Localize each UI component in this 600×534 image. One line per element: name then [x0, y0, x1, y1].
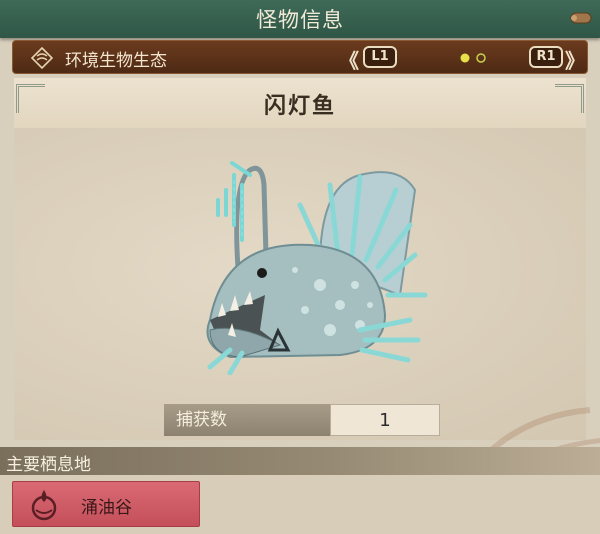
page-indicator [460, 53, 486, 63]
prev-arrow[interactable]: 《 [339, 45, 359, 74]
monster-name: 闪灯鱼 [263, 94, 336, 119]
capture-count-row: 捕获数 1 [164, 404, 440, 436]
screen-title: 怪物信息 [256, 8, 344, 32]
habitat-item-label: 涌油谷 [81, 498, 132, 518]
page-dot-active [460, 53, 470, 63]
category-label: 环境生物生态 [65, 51, 167, 71]
monster-info-screen: 怪物信息 环境生物生态 《 L1 R1 》 闪灯鱼 捕获数 1 主要栖息地 涌油… [0, 0, 600, 534]
next-arrow[interactable]: 》 [565, 45, 585, 74]
oilwell-basin-icon [31, 490, 57, 521]
capture-count-label: 捕获数 [164, 404, 330, 436]
habitat-header-label: 主要栖息地 [6, 455, 91, 475]
anglerfish-illustration [206, 161, 428, 375]
monster-name-header: 闪灯鱼 [14, 78, 586, 128]
page-dot-inactive [476, 53, 486, 63]
r1-button[interactable]: R1 [529, 46, 563, 68]
l1-button[interactable]: L1 [363, 46, 397, 68]
capture-count-value: 1 [330, 404, 440, 436]
title-bar: 怪物信息 [0, 0, 600, 38]
habitat-list: 涌油谷 [0, 475, 600, 534]
scroll-icon[interactable] [568, 8, 594, 28]
fish-eye [257, 268, 267, 278]
habitat-header: 主要栖息地 [0, 447, 600, 475]
category-bar: 环境生物生态 《 L1 R1 》 [12, 40, 588, 74]
habitat-item-oilwell-basin[interactable]: 涌油谷 [12, 481, 200, 527]
ecology-icon [31, 47, 53, 69]
